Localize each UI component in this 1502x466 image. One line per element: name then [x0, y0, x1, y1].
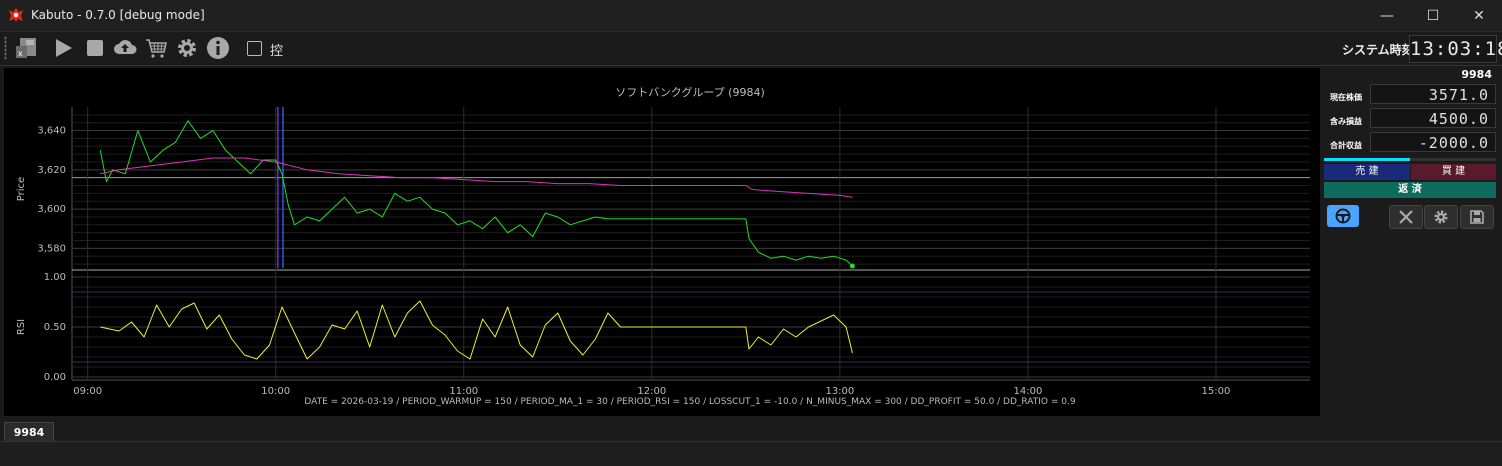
chart-footer: DATE = 2026-03-19 / PERIOD_WARMUP = 150 … [304, 397, 1075, 407]
last-price-point [849, 263, 855, 269]
title-bar: Kabuto - 0.7.0 [debug mode] — ☐ ✕ [0, 0, 1502, 32]
tools-button[interactable] [1389, 205, 1423, 229]
kabuto-logo-icon [9, 8, 23, 22]
tools-icon [1399, 210, 1413, 224]
chart-area: ソフトバンクグループ (9984) Price RSI 3,640 3,620 3,… [4, 68, 1320, 416]
x-tick-label: 15:00 [1202, 386, 1231, 397]
chart-grid [71, 107, 1310, 381]
window-title: Kabuto - 0.7.0 [debug mode] [31, 8, 205, 22]
side-panel: 9984 現在株価 3571.0 含み損益 4500.0 合計収益 -2000.… [1322, 66, 1500, 418]
close-button[interactable]: ✕ [1456, 0, 1502, 31]
minimize-button[interactable]: — [1364, 0, 1410, 31]
gear-icon [1434, 210, 1448, 224]
chart-series [99, 120, 855, 360]
toolbar-grip[interactable] [4, 36, 7, 60]
toolbar: x 控 システム時刻 [0, 32, 1502, 66]
chart-title: ソフトバンクグループ (9984) [615, 85, 765, 99]
play-icon[interactable] [51, 36, 75, 60]
system-clock: 13:03:18 [1409, 35, 1502, 63]
buy-button[interactable]: 買 建 [1411, 164, 1496, 180]
settings-button[interactable] [1424, 205, 1458, 229]
gear-icon[interactable] [175, 36, 199, 60]
price-tick-label: 3,600 [37, 204, 66, 215]
position-progress-bar [1324, 158, 1496, 161]
status-strip [0, 441, 1502, 466]
price-tick-label: 3,620 [37, 165, 66, 176]
rsi-series-line [100, 300, 853, 360]
save-button[interactable] [1460, 205, 1494, 229]
system-time-label: システム時刻 [1342, 43, 1414, 57]
price-tick-label: 3,580 [37, 243, 66, 254]
rsi-tick-label: 0.00 [44, 372, 66, 383]
cart-icon[interactable] [144, 36, 168, 60]
info-icon[interactable] [206, 36, 230, 60]
x-tick-label: 11:00 [449, 386, 478, 397]
price-axis-label: Price [16, 177, 27, 201]
chart-markers [277, 107, 284, 268]
tab-9984[interactable]: 9984 [4, 422, 54, 442]
x-tick-label: 14:00 [1014, 386, 1043, 397]
svg-text:x: x [18, 49, 23, 58]
unrealized-pl-label: 含み損益 [1330, 117, 1362, 126]
current-price-display: 3571.0 [1370, 84, 1496, 104]
control-checkbox[interactable] [247, 41, 262, 56]
ticker-code: 9984 [1461, 68, 1492, 81]
rsi-axis-label: RSI [16, 319, 27, 335]
repay-button[interactable]: 返 済 [1324, 182, 1496, 198]
auto-drive-button[interactable] [1327, 205, 1359, 227]
x-tick-label: 13:00 [825, 386, 854, 397]
x-tick-label: 09:00 [73, 386, 102, 397]
progress-fill [1324, 158, 1410, 161]
x-tick-label: 10:00 [261, 386, 290, 397]
price-tick-label: 3,640 [37, 126, 66, 137]
unrealized-pl-display: 4500.0 [1370, 108, 1496, 128]
rsi-tick-label: 0.50 [44, 322, 66, 333]
sell-button[interactable]: 売 建 [1324, 164, 1410, 180]
rsi-tick-label: 1.00 [44, 272, 66, 283]
total-profit-label: 合計収益 [1330, 141, 1362, 150]
excel-icon[interactable]: x [14, 36, 38, 60]
upload-icon[interactable] [113, 36, 137, 60]
current-price-label: 現在株価 [1330, 93, 1362, 102]
chart-ticks: 3,640 3,620 3,600 3,580 1.00 0.50 0.00 09:00 10:… [37, 126, 1230, 397]
save-icon [1470, 210, 1484, 224]
control-checkbox-label: 控 [270, 44, 284, 59]
maximize-button[interactable]: ☐ [1410, 0, 1456, 31]
steering-wheel-icon [1335, 208, 1351, 224]
x-tick-label: 12:00 [637, 386, 666, 397]
stop-icon[interactable] [83, 36, 107, 60]
price-rsi-chart: ソフトバンクグループ (9984) Price RSI 3,6403,6203,… [16, 85, 1310, 407]
total-profit-display: -2000.0 [1370, 132, 1496, 152]
